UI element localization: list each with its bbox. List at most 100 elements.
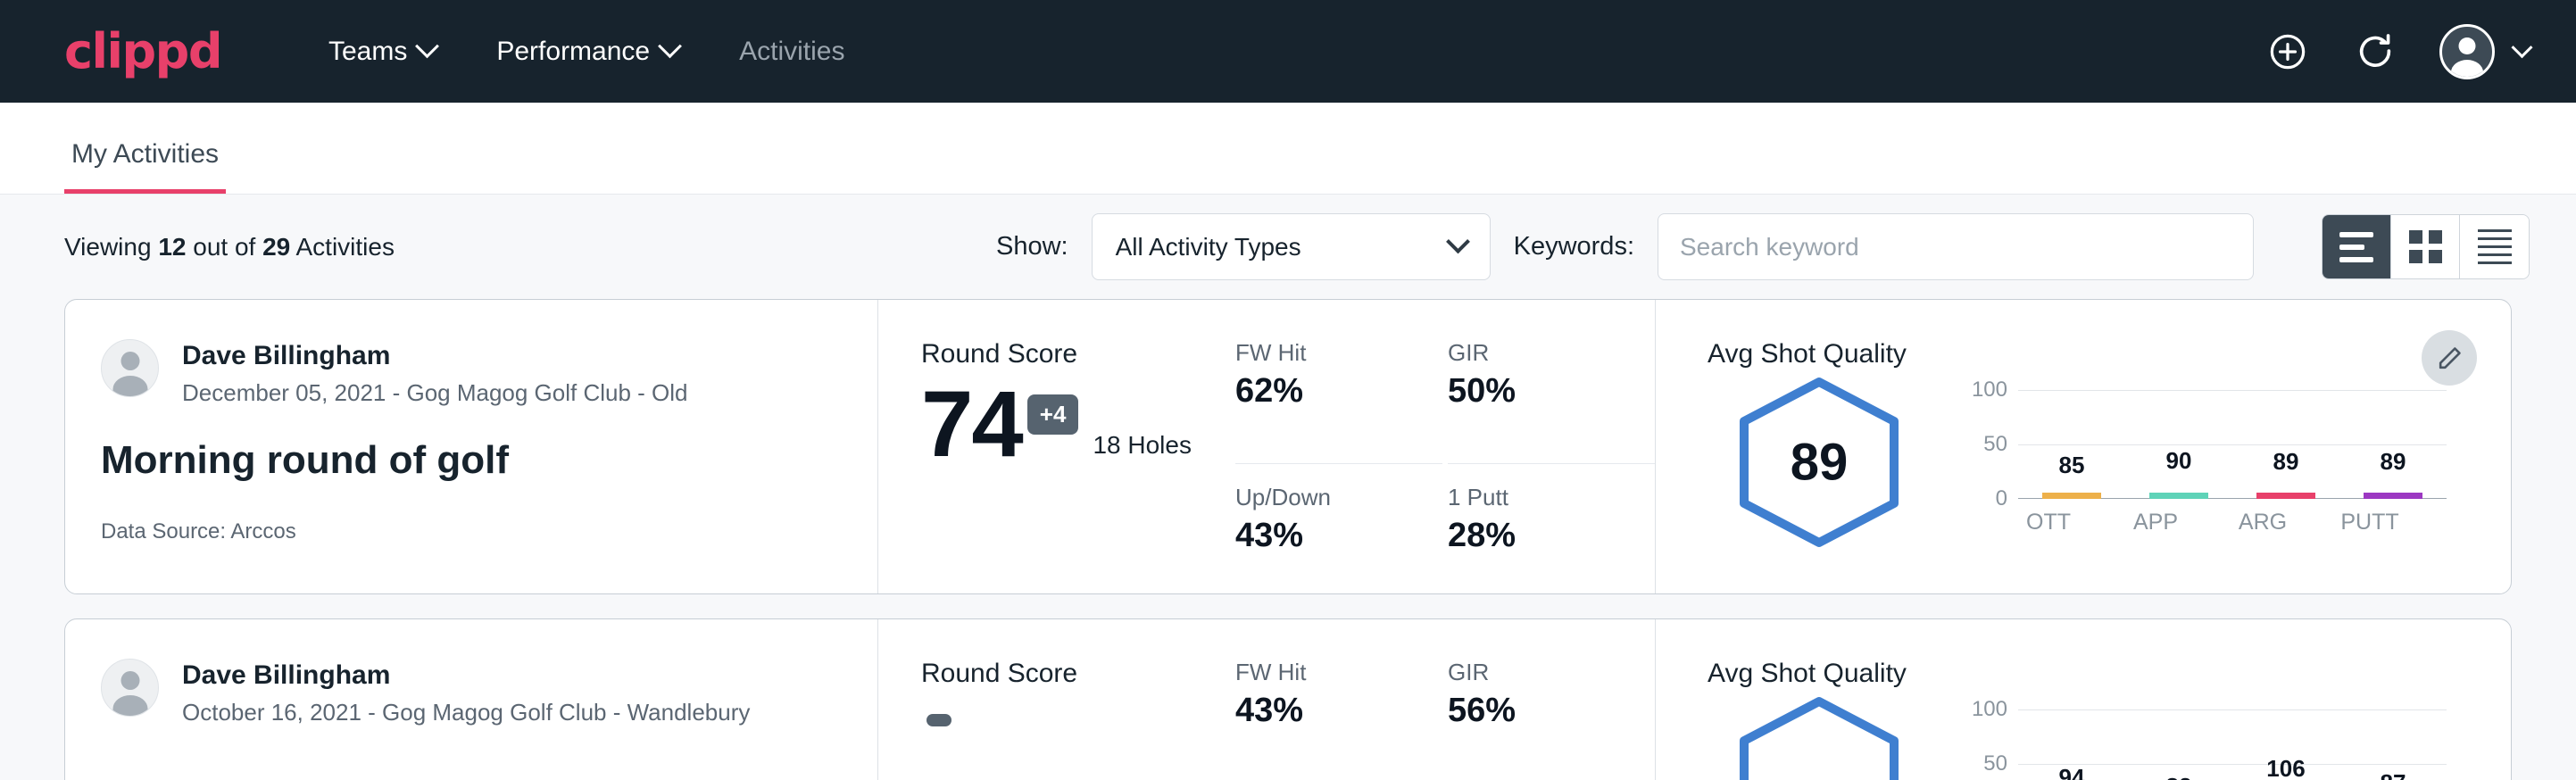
activity-type-select[interactable]: All Activity Types	[1092, 213, 1491, 280]
avg-shot-quality-label: Avg Shot Quality	[1708, 659, 2511, 689]
nav-item-activities[interactable]: Activities	[709, 37, 875, 67]
filter-controls: Show: All Activity Types Keywords:	[996, 213, 2530, 280]
list-view-icon	[2339, 232, 2373, 262]
stat-value: 43%	[1235, 517, 1416, 555]
chart-plot-area: 85 90 89	[2018, 390, 2447, 499]
stat-one-putt: 1 Putt 28%	[1448, 464, 1655, 593]
activity-type-select-value: All Activity Types	[1116, 233, 1301, 261]
stats-column: FW Hit 43% GIR 56%	[1235, 619, 1655, 780]
stat-fw-hit: FW Hit 62%	[1235, 339, 1442, 464]
stat-value: 56%	[1448, 692, 1628, 730]
search-input[interactable]	[1658, 213, 2254, 280]
x-tick-app: APP	[2126, 499, 2185, 535]
y-tick-label: 50	[1983, 753, 2007, 775]
stat-value: 43%	[1235, 692, 1416, 730]
add-activity-button[interactable]	[2264, 29, 2311, 75]
stat-value: 50%	[1448, 372, 1628, 411]
score-differential-badge	[927, 714, 951, 726]
bar-value-label: 87	[2381, 769, 2406, 780]
round-score-label: Round Score	[921, 339, 1235, 369]
top-navigation-bar: clippd Teams Performance Activities	[0, 0, 2576, 103]
viewing-count: 12	[158, 233, 186, 261]
x-tick-label: PUTT	[2340, 510, 2399, 535]
nav-item-teams[interactable]: Teams	[298, 37, 466, 67]
bar-value-label: 106	[2266, 755, 2305, 780]
stat-gir: GIR 50%	[1448, 339, 1655, 464]
x-tick-ott: OTT	[2019, 499, 2078, 535]
bar-value-label: 94	[2059, 764, 2085, 780]
main-nav-items: Teams Performance Activities	[298, 37, 875, 67]
compact-view-icon	[2478, 229, 2512, 264]
y-tick-label: 0	[1996, 488, 2007, 510]
round-score-row: 74 +4 18 Holes	[921, 382, 1235, 469]
activity-info-column: Dave Billingham December 05, 2021 - Gog …	[65, 300, 877, 593]
bar-value-label: 89	[2381, 448, 2406, 476]
avg-shot-quality-hexagon	[1708, 694, 1931, 780]
header-actions	[2264, 24, 2530, 79]
stat-label: GIR	[1448, 339, 1628, 367]
chart-x-axis: OTT APP ARG PUTT	[1995, 499, 2423, 535]
round-score-column: Round Score 74 +4 18 Holes	[878, 300, 1235, 593]
keywords-label: Keywords:	[1514, 232, 1634, 261]
activity-data-source: Data Source: Arccos	[101, 519, 842, 544]
stat-label: GIR	[1448, 659, 1628, 686]
avg-shot-quality-label: Avg Shot Quality	[1708, 339, 2511, 369]
stat-value: 62%	[1235, 372, 1416, 411]
plus-circle-icon	[2267, 31, 2308, 72]
activity-card-list: Dave Billingham December 05, 2021 - Gog …	[0, 299, 2576, 780]
viewing-prefix: Viewing	[64, 233, 158, 261]
user-menu-button[interactable]	[2439, 24, 2530, 79]
view-mode-grid-button[interactable]	[2391, 215, 2460, 278]
bar-value-label: 90	[2166, 447, 2192, 475]
chart-bars: 94 82 106	[2018, 709, 2447, 780]
stat-up-down: Up/Down 43%	[1235, 464, 1442, 593]
view-mode-list-button[interactable]	[2323, 215, 2391, 278]
bar-cap	[2256, 493, 2315, 499]
x-tick-label: OTT	[2019, 510, 2078, 535]
avatar	[2439, 24, 2495, 79]
activity-card[interactable]: Dave Billingham December 05, 2021 - Gog …	[64, 299, 2512, 594]
filter-toolbar: Viewing 12 out of 29 Activities Show: Al…	[0, 195, 2576, 299]
data-source-value: Arccos	[230, 519, 295, 544]
stats-column: FW Hit 62% GIR 50% Up/Down 43% 1 Putt 28…	[1235, 300, 1655, 593]
viewing-count-text: Viewing 12 out of 29 Activities	[64, 233, 395, 261]
author-name: Dave Billingham	[182, 339, 688, 373]
clippd-logo[interactable]: clippd	[64, 28, 221, 76]
view-mode-toggle-group	[2322, 214, 2530, 279]
refresh-icon	[2355, 31, 2396, 72]
stat-label: FW Hit	[1235, 339, 1416, 367]
activity-info-column: Dave Billingham October 16, 2021 - Gog M…	[65, 619, 877, 780]
bar-cap	[2364, 493, 2422, 499]
avg-shot-quality-column: Avg Shot Quality 100 50 0	[1656, 619, 2511, 780]
shot-quality-bar-chart: 100 50 0 85	[1931, 390, 2447, 535]
chevron-down-icon	[415, 34, 439, 58]
bar-cap	[2042, 493, 2101, 499]
avg-shot-quality-column: Avg Shot Quality 89 100 50 0	[1656, 300, 2511, 593]
shot-quality-bar-chart: 100 50 0 94	[1931, 709, 2447, 780]
x-tick-arg: ARG	[2233, 499, 2292, 535]
stat-label: Up/Down	[1235, 484, 1416, 511]
holes-label: 18 Holes	[1093, 431, 1192, 469]
chevron-down-icon	[658, 34, 682, 58]
edit-activity-button[interactable]	[2422, 330, 2477, 386]
refresh-button[interactable]	[2352, 29, 2398, 75]
avg-shot-quality-value: 89	[1791, 433, 1849, 493]
view-mode-compact-button[interactable]	[2460, 215, 2529, 278]
grid-view-icon	[2409, 230, 2442, 263]
chart-y-axis: 100 50 0	[1954, 709, 2007, 780]
stat-gir: GIR 56%	[1448, 659, 1655, 780]
round-score-column: Round Score	[878, 619, 1235, 780]
chevron-down-icon	[1446, 229, 1470, 253]
nav-item-activities-label: Activities	[739, 37, 844, 67]
y-tick-label: 100	[1972, 379, 2007, 401]
avatar	[101, 659, 159, 717]
activity-meta: October 16, 2021 - Gog Magog Golf Club -…	[182, 699, 750, 726]
stat-label: 1 Putt	[1448, 484, 1628, 511]
activity-card[interactable]: Dave Billingham October 16, 2021 - Gog M…	[64, 618, 2512, 780]
nav-item-performance-label: Performance	[496, 37, 650, 67]
x-tick-putt: PUTT	[2340, 499, 2399, 535]
nav-item-performance[interactable]: Performance	[466, 37, 709, 67]
tab-my-activities[interactable]: My Activities	[64, 139, 226, 194]
data-source-label: Data Source:	[101, 519, 230, 544]
pencil-icon	[2436, 344, 2464, 372]
